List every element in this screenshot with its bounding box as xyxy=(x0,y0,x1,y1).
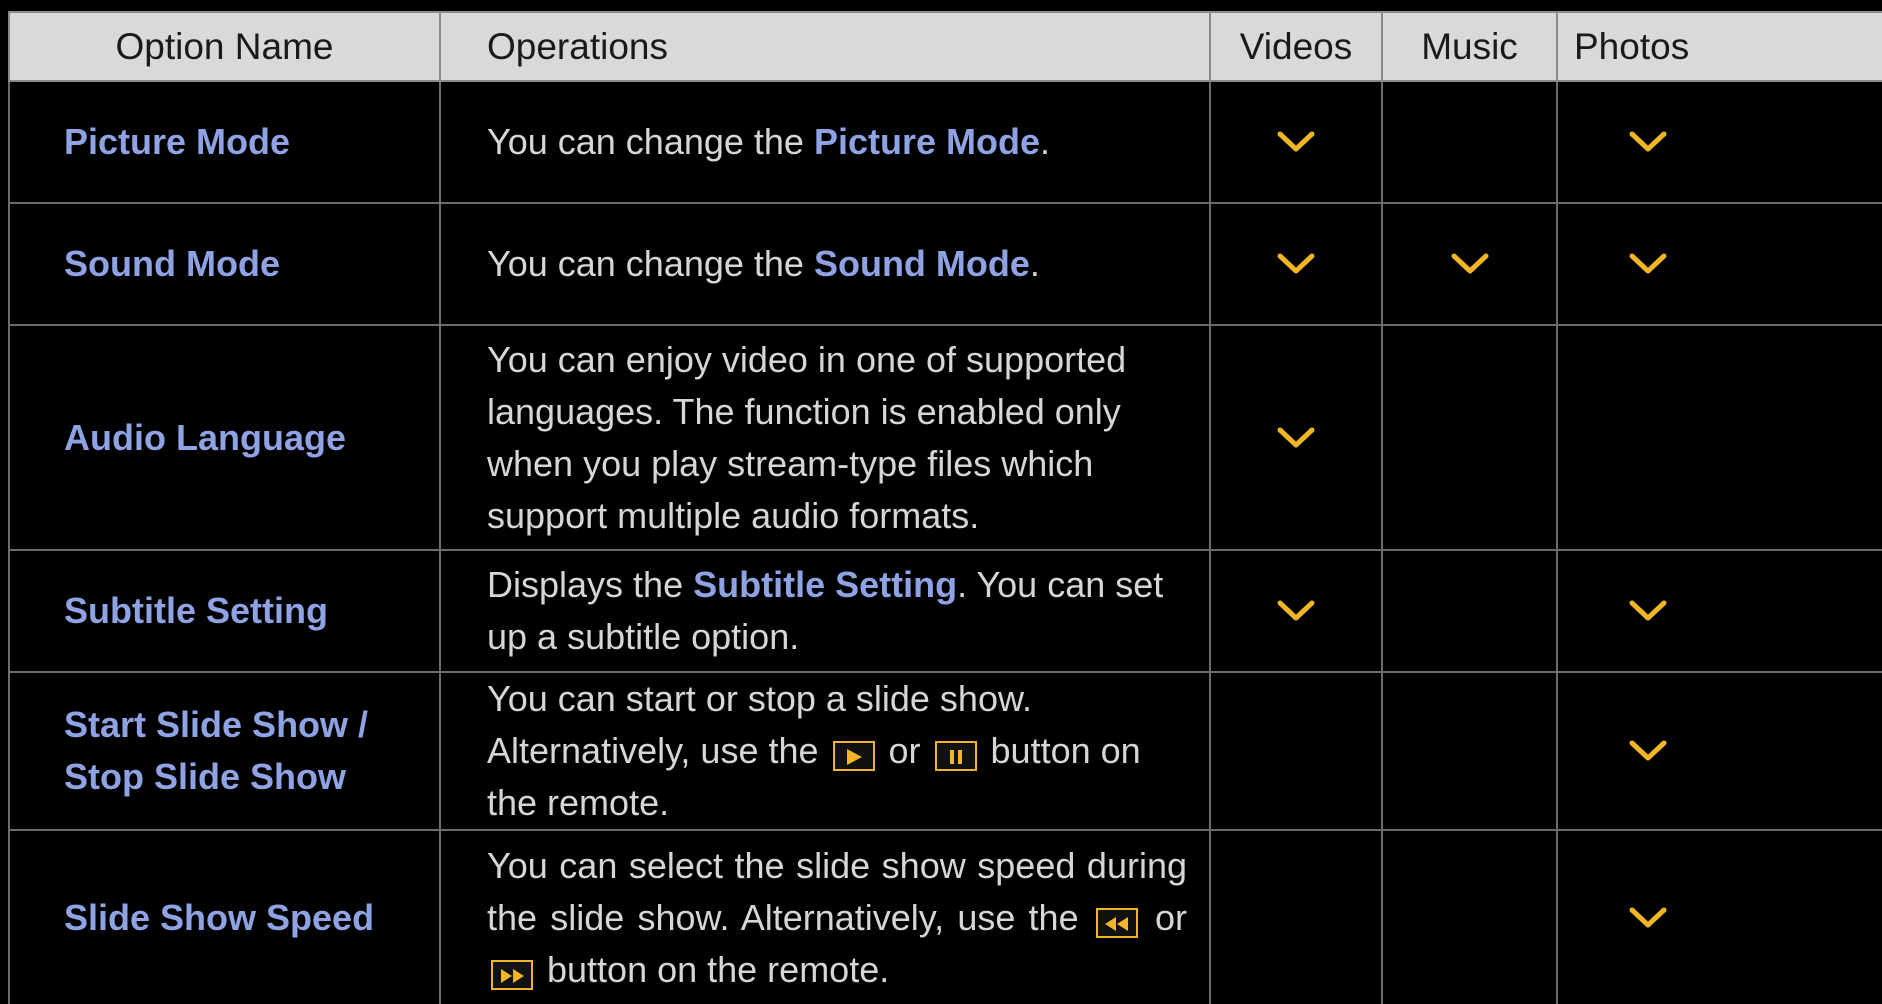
videos-cell xyxy=(1209,671,1383,831)
check-icon xyxy=(1277,253,1315,274)
check-icon xyxy=(1277,427,1315,447)
option-name: Start Slide Show / Stop Slide Show xyxy=(8,671,441,831)
table-row: Slide Show Speed You can select the slid… xyxy=(8,829,1882,1004)
check-icon xyxy=(1629,907,1667,927)
photos-cell xyxy=(1556,549,1882,673)
options-table: Option Name Operations Videos Music Phot… xyxy=(8,11,1882,1004)
option-description: You can change the Sound Mode. xyxy=(439,202,1211,326)
check-icon xyxy=(1629,740,1667,761)
check-icon xyxy=(1277,600,1315,621)
header-music: Music xyxy=(1381,11,1558,82)
videos-cell xyxy=(1209,324,1383,551)
photos-cell xyxy=(1556,202,1882,326)
fast-forward-icon xyxy=(501,968,524,983)
videos-cell xyxy=(1209,80,1383,204)
option-name: Slide Show Speed xyxy=(8,829,441,1004)
pause-button-glyph xyxy=(934,741,977,771)
check-icon xyxy=(1629,600,1667,621)
music-cell xyxy=(1381,80,1558,204)
header-row: Option Name Operations Videos Music Phot… xyxy=(8,11,1882,82)
videos-cell xyxy=(1209,829,1383,1004)
play-button-glyph xyxy=(832,741,875,771)
videos-cell xyxy=(1209,549,1383,673)
option-description: You can start or stop a slide show. Alte… xyxy=(439,671,1211,831)
check-icon xyxy=(1451,253,1488,274)
photos-cell xyxy=(1556,829,1882,1004)
header-photos: Photos xyxy=(1556,11,1882,82)
fast-forward-button-glyph xyxy=(491,959,533,990)
table-row: Audio Language You can enjoy video in on… xyxy=(8,324,1882,551)
rewind-icon xyxy=(1104,916,1128,931)
pause-icon xyxy=(949,750,962,765)
table-row: Sound Mode You can change the Sound Mode… xyxy=(8,202,1882,326)
music-cell xyxy=(1381,549,1558,673)
music-cell xyxy=(1381,671,1558,831)
check-icon xyxy=(1277,131,1315,152)
check-icon xyxy=(1629,253,1667,274)
videos-cell xyxy=(1209,202,1383,326)
header-option-name: Option Name xyxy=(8,11,441,82)
photos-cell xyxy=(1556,671,1882,831)
table-row: Picture Mode You can change the Picture … xyxy=(8,80,1882,204)
header-videos: Videos xyxy=(1209,11,1383,82)
music-cell xyxy=(1381,829,1558,1004)
check-icon xyxy=(1629,131,1667,152)
photos-cell xyxy=(1556,80,1882,204)
rewind-button-glyph xyxy=(1095,907,1138,938)
option-description: You can change the Picture Mode. xyxy=(439,80,1211,204)
table-row: Subtitle Setting Displays the Subtitle S… xyxy=(8,549,1882,673)
option-name: Picture Mode xyxy=(8,80,441,204)
option-description: You can select the slide show speed duri… xyxy=(439,829,1211,1004)
play-icon xyxy=(846,749,862,766)
music-cell xyxy=(1381,202,1558,326)
option-name: Audio Language xyxy=(8,324,441,551)
option-description: Displays the Subtitle Setting. You can s… xyxy=(439,549,1211,673)
photos-cell xyxy=(1556,324,1882,551)
option-name: Sound Mode xyxy=(8,202,441,326)
table-row: Start Slide Show / Stop Slide Show You c… xyxy=(8,671,1882,831)
option-description: You can enjoy video in one of supported … xyxy=(439,324,1211,551)
header-operations: Operations xyxy=(439,11,1211,82)
music-cell xyxy=(1381,324,1558,551)
option-name: Subtitle Setting xyxy=(8,549,441,673)
